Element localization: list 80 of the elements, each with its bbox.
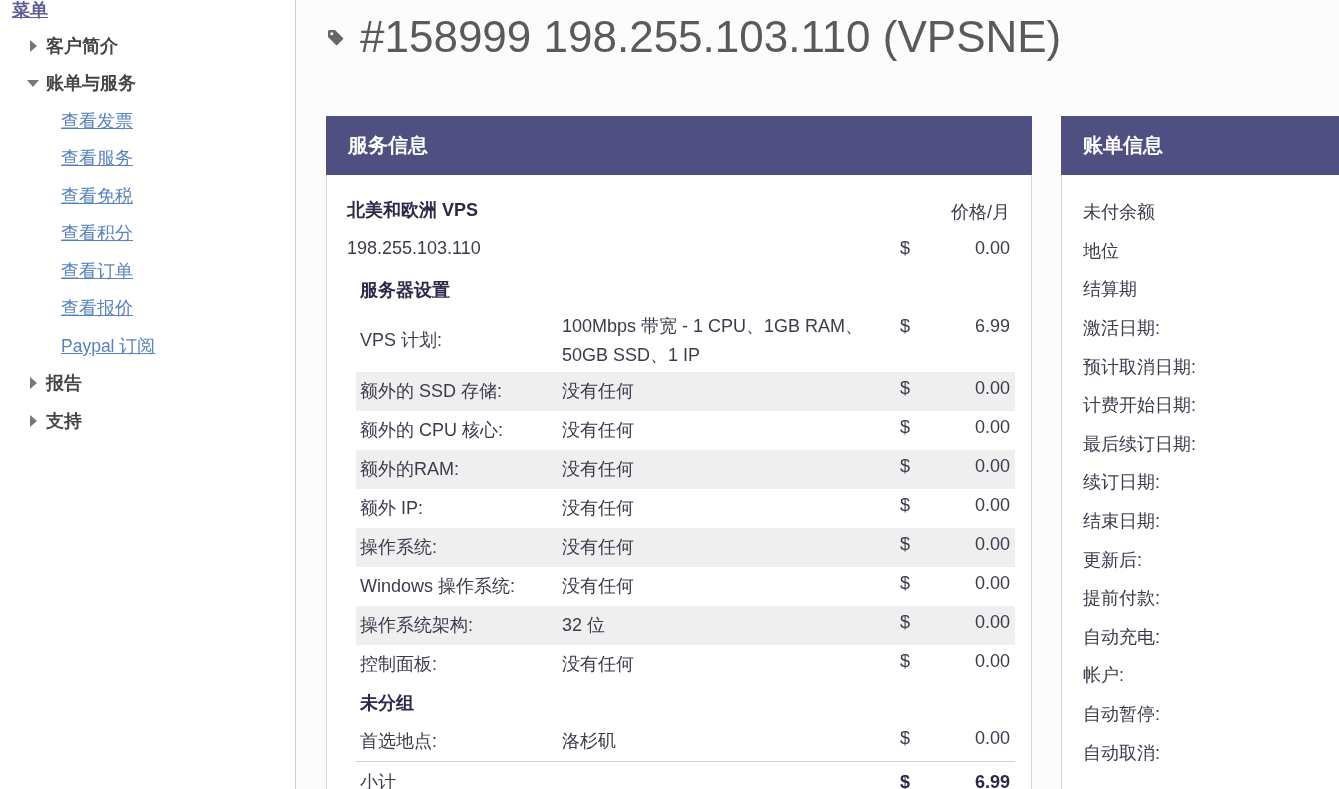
- tag-icon: [327, 28, 344, 46]
- billing-field-label: 预计取消日期:: [1083, 355, 1196, 379]
- billing-field-label: 未付余额: [1083, 201, 1155, 225]
- option-value: 没有任何: [562, 653, 634, 674]
- price-value: 0.00: [974, 416, 1010, 437]
- price-value: 0.00: [974, 455, 1010, 476]
- nav-item[interactable]: 报告: [0, 364, 86, 402]
- group-heading: 未分组: [360, 692, 414, 713]
- price-value: 6.99: [974, 315, 1010, 336]
- currency-symbol: $: [900, 533, 910, 554]
- billing-field-label: 自动充电:: [1083, 625, 1160, 649]
- billing-field-label: 自动暂停:: [1083, 703, 1160, 726]
- currency-symbol: $: [900, 494, 910, 515]
- nav-link[interactable]: 查看积分: [61, 221, 133, 246]
- option-label: 操作系统:: [360, 536, 437, 557]
- billing-field-label: 更新后:: [1083, 548, 1142, 572]
- currency-symbol: $: [900, 650, 910, 671]
- group-heading: 服务器设置: [360, 280, 450, 300]
- option-value: 没有任何: [562, 575, 634, 596]
- nav-link[interactable]: 查看报价: [61, 296, 133, 321]
- nav-link[interactable]: Paypal 订阅: [61, 333, 156, 358]
- currency-symbol: $: [900, 572, 910, 593]
- currency-symbol: $: [900, 377, 910, 398]
- price-value: 0.00: [974, 611, 1010, 632]
- hostname: 198.255.103.110: [347, 238, 481, 260]
- nav-link[interactable]: 查看订单: [61, 258, 133, 283]
- option-label: VPS 计划:: [360, 330, 443, 350]
- billing-field-label: 续订日期:: [1083, 471, 1160, 495]
- option-label: 首选地点:: [360, 731, 437, 751]
- currency-symbol: $: [900, 728, 910, 748]
- nav-item[interactable]: 支持: [0, 402, 86, 440]
- billing-field-label: 结束日期:: [1083, 510, 1160, 534]
- price-value: 0.00: [974, 533, 1010, 554]
- price-value: 0.00: [974, 728, 1010, 748]
- billing-field-label: 最后续订日期:: [1083, 432, 1196, 456]
- product-name: 北美和欧洲 VPS: [347, 199, 479, 223]
- nav-item[interactable]: 账单与服务: [0, 64, 140, 102]
- currency-symbol: $: [900, 238, 910, 259]
- option-value: 100Mbps 带宽 - 1 CPU、1GB RAM、50GB SSD、1 IP: [562, 315, 864, 365]
- panel-title: 服务信息: [348, 133, 428, 158]
- billing-field-label: 自动取消:: [1083, 741, 1160, 765]
- nav-link[interactable]: 查看服务: [61, 146, 133, 171]
- option-value: 32 位: [562, 614, 606, 635]
- billing-field-label: 激活日期:: [1083, 317, 1160, 341]
- nav-link[interactable]: 查看发票: [61, 108, 133, 133]
- currency-symbol: $: [900, 772, 910, 789]
- currency-symbol: $: [900, 315, 910, 336]
- subtotal-value: 6.99: [974, 772, 1010, 789]
- option-value: 没有任何: [562, 497, 634, 518]
- billing-field-label: 帐户:: [1083, 664, 1124, 688]
- price-value: 0.00: [974, 650, 1010, 671]
- option-label: 操作系统架构:: [360, 614, 473, 635]
- option-value: 洛杉矶: [562, 731, 616, 751]
- currency-symbol: $: [900, 416, 910, 437]
- option-label: Windows 操作系统:: [360, 575, 516, 596]
- option-label: 控制面板:: [360, 653, 437, 674]
- nav-link[interactable]: 查看免税: [61, 183, 133, 208]
- option-label: 额外的 CPU 核心:: [360, 419, 503, 440]
- price-column-heading: 价格/月: [951, 201, 1010, 225]
- option-label: 额外的RAM:: [360, 458, 459, 479]
- option-label: 额外的 SSD 存储:: [360, 380, 502, 401]
- billing-field-label: 地位: [1083, 239, 1119, 263]
- billing-field-label: 提前付款:: [1083, 587, 1160, 611]
- menu-heading-link[interactable]: 菜单: [12, 0, 48, 20]
- option-value: 没有任何: [562, 380, 634, 401]
- price-value: 0.00: [974, 377, 1010, 398]
- price-value: 0.00: [974, 238, 1010, 259]
- price-value: 0.00: [974, 572, 1010, 593]
- currency-symbol: $: [900, 611, 910, 632]
- price-value: 0.00: [974, 494, 1010, 515]
- option-value: 没有任何: [562, 536, 634, 557]
- option-value: 没有任何: [562, 419, 634, 440]
- currency-symbol: $: [900, 455, 910, 476]
- page-title: #158999 198.255.103.110 (VPSNE): [360, 11, 1062, 63]
- option-value: 没有任何: [562, 458, 634, 479]
- billing-field-label: 结算期: [1083, 278, 1137, 302]
- panel-title: 账单信息: [1083, 133, 1163, 158]
- option-label: 额外 IP:: [360, 497, 423, 518]
- billing-field-label: 计费开始日期:: [1083, 394, 1196, 418]
- nav-item[interactable]: 客户简介: [0, 27, 122, 65]
